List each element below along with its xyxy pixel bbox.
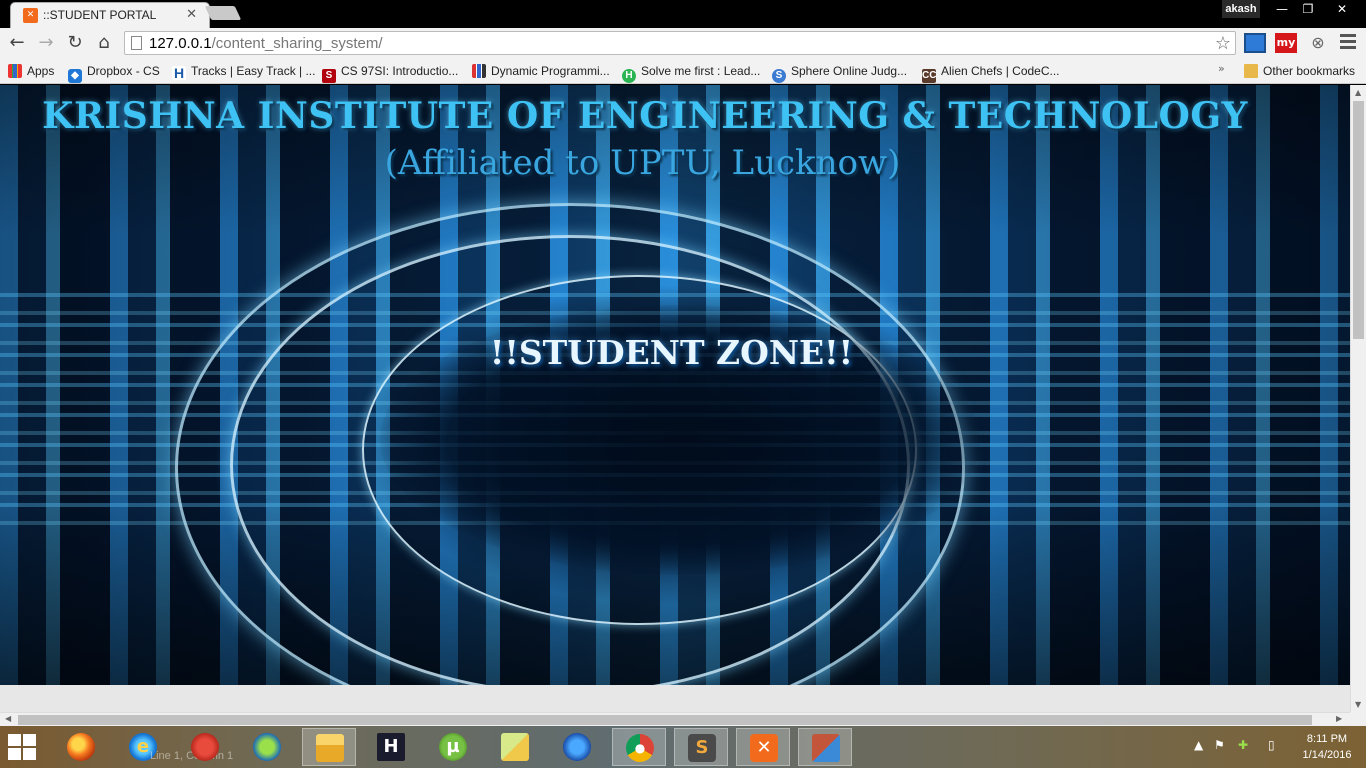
taskbar-idm[interactable] xyxy=(240,728,294,766)
extension-my-icon[interactable]: my xyxy=(1275,33,1297,53)
firefox-dev-icon xyxy=(563,733,591,761)
home-icon[interactable]: ⌂ xyxy=(93,32,115,54)
url-text[interactable]: 127.0.0.1/content_sharing_system/ xyxy=(149,35,383,52)
bars-icon xyxy=(472,64,486,78)
extension-window-icon[interactable] xyxy=(1244,33,1266,53)
taskbar-firewall[interactable] xyxy=(798,728,852,766)
clock-time: 8:11 PM xyxy=(1306,733,1348,745)
horizontal-scroll-thumb[interactable] xyxy=(18,715,1312,725)
taskbar-utorrent[interactable]: µ xyxy=(426,728,480,766)
spoj-icon: S xyxy=(772,69,786,83)
profile-button[interactable]: akash xyxy=(1222,0,1260,18)
menu-icon[interactable] xyxy=(1340,34,1356,50)
bookmark-star-icon[interactable]: ☆ xyxy=(1215,33,1231,54)
extension-globe-icon[interactable]: ⊗ xyxy=(1307,33,1329,53)
scrollbar-corner xyxy=(1350,712,1366,726)
xampp-icon: ✕ xyxy=(23,8,38,23)
horizontal-scrollbar[interactable]: ◀ ▶ xyxy=(0,712,1350,726)
clock[interactable]: 8:11 PM 1/14/2016 xyxy=(1292,731,1362,763)
hackerrank-green-icon: H xyxy=(622,69,636,83)
maximize-icon[interactable]: ❐ xyxy=(1294,0,1322,18)
bookmark-apps[interactable]: Apps xyxy=(8,62,54,80)
windows-taskbar: e Line 1, Column 1 H µ ● S ✕ ▲ ⚑ ✚ ▯ 8:1… xyxy=(0,726,1366,768)
tab-close-icon[interactable]: ✕ xyxy=(186,7,197,22)
firefox-icon xyxy=(67,733,95,761)
bookmark-spoj[interactable]: S Sphere Online Judg... xyxy=(772,62,907,83)
title-bar: ✕ ::STUDENT PORTAL ✕ akash — ❐ ✕ xyxy=(0,0,1366,28)
reload-icon[interactable]: ↻ xyxy=(64,32,86,54)
idm-icon xyxy=(253,733,281,761)
windows-start-icon[interactable] xyxy=(8,734,38,760)
bookmark-dynamic-programming[interactable]: Dynamic Programmi... xyxy=(472,62,610,80)
taskbar-firefox-dev[interactable] xyxy=(550,728,604,766)
taskbar-xampp[interactable]: ✕ xyxy=(736,728,790,766)
taskbar-chrome[interactable]: ● xyxy=(612,728,666,766)
clock-date: 1/14/2016 xyxy=(1302,749,1352,761)
scroll-left-icon[interactable]: ◀ xyxy=(5,714,11,723)
firewall-icon xyxy=(812,734,840,762)
sticky-notes-icon xyxy=(501,733,529,761)
folder-icon xyxy=(1244,64,1258,78)
vertical-scrollbar[interactable]: ▲ ▼ xyxy=(1350,85,1366,712)
battery-icon[interactable]: ▯ xyxy=(1268,738,1275,752)
dropbox-icon: ◆ xyxy=(68,69,82,83)
tab-title: ::STUDENT PORTAL xyxy=(43,8,157,22)
codechef-icon: CC xyxy=(922,69,937,83)
taskbar-file-explorer[interactable] xyxy=(302,728,356,766)
file-explorer-icon xyxy=(316,734,344,762)
taskbar-firefox[interactable] xyxy=(54,728,108,766)
taskbar-sublime-text[interactable]: S xyxy=(674,728,728,766)
other-bookmarks[interactable]: Other bookmarks xyxy=(1244,62,1355,80)
action-center-flag-icon[interactable]: ⚑ xyxy=(1214,738,1225,752)
bookmark-cs97si[interactable]: S CS 97SI: Introductio... xyxy=(322,62,458,83)
taskbar-ccleaner[interactable] xyxy=(178,728,232,766)
taskbar-sticky-notes[interactable] xyxy=(488,728,542,766)
ccleaner-icon xyxy=(191,733,219,761)
minimize-icon[interactable]: — xyxy=(1268,0,1296,18)
forward-arrow-icon[interactable]: → xyxy=(35,32,57,54)
bookmark-codechef[interactable]: CC Alien Chefs | CodeC... xyxy=(922,62,1060,83)
address-bar[interactable]: 127.0.0.1/content_sharing_system/ ☆ xyxy=(124,31,1236,55)
bookmark-dropbox[interactable]: ◆ Dropbox - CS xyxy=(68,62,160,83)
page-icon xyxy=(131,36,142,50)
vertical-scroll-thumb[interactable] xyxy=(1353,101,1364,339)
institute-subtitle: (Affiliated to UPTU, Lucknow) xyxy=(384,143,901,183)
network-status-icon[interactable]: ✚ xyxy=(1238,738,1248,752)
institute-title: KRISHNA INSTITUTE OF ENGINEERING & TECHN… xyxy=(42,95,1248,137)
tab-student-portal[interactable]: ✕ ::STUDENT PORTAL ✕ xyxy=(10,2,210,28)
back-arrow-icon[interactable]: ← xyxy=(6,32,28,54)
show-hidden-icons-icon[interactable]: ▲ xyxy=(1194,738,1203,752)
scroll-right-icon[interactable]: ▶ xyxy=(1336,714,1342,723)
stanford-icon: S xyxy=(322,69,336,83)
bookmarks-bar: Apps ◆ Dropbox - CS H Tracks | Easy Track … xyxy=(0,58,1366,84)
bookmark-solve-me-first[interactable]: H Solve me first : Lead... xyxy=(622,62,760,83)
close-window-icon[interactable]: ✕ xyxy=(1326,0,1358,18)
scroll-up-icon[interactable]: ▲ xyxy=(1355,88,1361,97)
more-bookmarks-icon[interactable]: » xyxy=(1218,62,1225,75)
apps-grid-icon xyxy=(8,64,22,78)
taskbar-hackerrank[interactable]: H xyxy=(364,728,418,766)
system-tray: ▲ ⚑ ✚ ▯ 8:11 PM 1/14/2016 xyxy=(1190,726,1366,768)
new-tab-button[interactable] xyxy=(204,6,242,20)
hero-banner: KRISHNA INSTITUTE OF ENGINEERING & TECHN… xyxy=(0,85,1350,685)
scroll-down-icon[interactable]: ▼ xyxy=(1355,700,1361,709)
bookmark-tracks[interactable]: H Tracks | Easy Track | ... xyxy=(172,62,315,80)
page-viewport: KRISHNA INSTITUTE OF ENGINEERING & TECHN… xyxy=(0,85,1350,712)
browser-toolbar: ← → ↻ ⌂ 127.0.0.1/content_sharing_system… xyxy=(0,28,1366,58)
hackerrank-icon: H xyxy=(172,65,186,81)
student-zone-heading: !!STUDENT ZONE!! xyxy=(489,333,854,372)
